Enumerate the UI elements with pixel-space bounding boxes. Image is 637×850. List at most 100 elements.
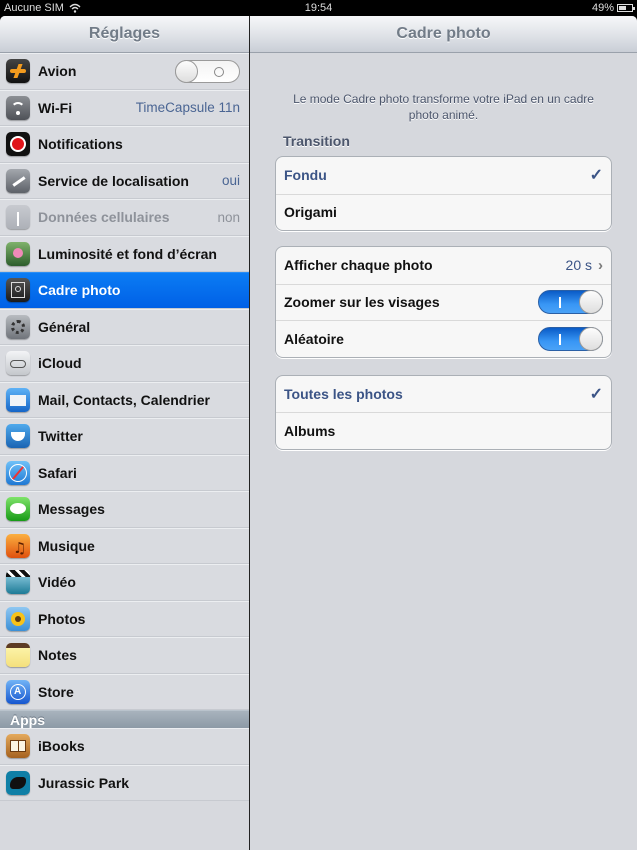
- sidebar-item-label: Wi-Fi: [38, 99, 73, 116]
- sidebar-item-store[interactable]: A Store: [0, 673, 249, 710]
- sidebar-item-general[interactable]: Général: [0, 308, 249, 345]
- transition-option-fondu[interactable]: Fondu ✓: [276, 157, 611, 194]
- sidebar-item-messages[interactable]: Messages: [0, 491, 249, 528]
- location-icon: [6, 168, 30, 193]
- sidebar-item-label: iCloud: [38, 355, 82, 372]
- show-each-photo-value: 20 s: [565, 257, 592, 274]
- sidebar-item-label: Store: [38, 683, 74, 700]
- sidebar-item-value: non: [217, 209, 240, 225]
- show-each-photo-row[interactable]: Afficher chaque photo 20 s ›: [276, 247, 611, 284]
- sidebar-item-label: Notifications: [38, 136, 123, 153]
- icloud-icon: [6, 351, 30, 376]
- sidebar-item-safari[interactable]: Safari: [0, 454, 249, 491]
- sidebar-item-wi-fi[interactable]: Wi-Fi TimeCapsule 11n: [0, 89, 249, 126]
- sidebar-item-service-de-localisation[interactable]: Service de localisation oui: [0, 162, 249, 199]
- twitter-icon: [6, 424, 30, 449]
- sidebar-item-value: TimeCapsule 11n: [135, 100, 240, 116]
- airplane-icon: [6, 59, 30, 84]
- sidebar-item-donnees-cellulaires[interactable]: Données cellulaires non: [0, 199, 249, 236]
- source-option-all-photos[interactable]: Toutes les photos ✓: [276, 376, 611, 413]
- sidebar-item-jurassic-park[interactable]: Jurassic Park: [0, 764, 249, 801]
- airplane-mode-toggle[interactable]: [175, 59, 240, 83]
- sidebar-item-label: Messages: [38, 501, 105, 518]
- option-label: Albums: [284, 422, 336, 439]
- source-option-albums[interactable]: Albums: [276, 412, 611, 449]
- app-store-icon: A: [6, 679, 30, 704]
- safari-icon: [6, 460, 30, 485]
- sidebar-item-label: Données cellulaires: [38, 209, 170, 226]
- checkmark-icon: ✓: [589, 167, 603, 185]
- sidebar-item-label: Service de localisation: [38, 172, 189, 189]
- shuffle-label: Aléatoire: [284, 330, 344, 347]
- sidebar-item-notes[interactable]: Notes: [0, 637, 249, 674]
- zoom-faces-label: Zoomer sur les visages: [284, 294, 440, 311]
- sidebar-item-avion[interactable]: Avion: [0, 53, 249, 90]
- sidebar-item-musique[interactable]: ♫ Musique: [0, 527, 249, 564]
- chevron-right-icon: ›: [598, 256, 603, 274]
- sidebar-item-label: Safari: [38, 464, 77, 481]
- video-icon: [6, 570, 30, 595]
- gear-icon: [6, 314, 30, 339]
- battery-icon: [617, 4, 635, 12]
- option-label: Origami: [284, 204, 337, 221]
- photos-icon: [6, 606, 30, 631]
- detail-pane: Cadre photo Le mode Cadre photo transfor…: [250, 16, 637, 850]
- apps-section-header: Apps: [0, 710, 249, 728]
- shuffle-row: Aléatoire: [276, 320, 611, 357]
- music-icon: ♫: [6, 533, 30, 558]
- description-text: Le mode Cadre photo transforme votre iPa…: [293, 92, 594, 122]
- sidebar-item-label: Cadre photo: [38, 282, 121, 299]
- picture-frame-icon: [6, 278, 30, 303]
- status-bar: Aucune SIM 19:54 49%: [0, 0, 637, 16]
- brightness-wallpaper-icon: [6, 241, 30, 266]
- transition-group: Fondu ✓ Origami: [275, 156, 612, 231]
- sidebar-item-label: Notes: [38, 647, 77, 664]
- sidebar-item-value: oui: [221, 173, 240, 189]
- sidebar-item-label: Luminosité et fond d’écran: [38, 245, 217, 262]
- cellular-icon: [6, 205, 30, 230]
- notes-icon: [6, 643, 30, 668]
- sidebar-item-label: Vidéo: [38, 574, 76, 591]
- sidebar-title: Réglages: [0, 16, 249, 53]
- sidebar-item-icloud[interactable]: iCloud: [0, 345, 249, 382]
- option-label: Toutes les photos: [284, 385, 403, 402]
- settings-sidebar: Réglages Avion Wi-Fi TimeCapsule 11n Notifi…: [0, 16, 249, 850]
- detail-title: Cadre photo: [250, 16, 637, 53]
- transition-header: Transition: [283, 133, 350, 149]
- checkmark-icon: ✓: [589, 385, 603, 403]
- sidebar-item-notifications[interactable]: Notifications: [0, 126, 249, 163]
- messages-icon: [6, 497, 30, 522]
- sidebar-item-label: Mail, Contacts, Calendrier: [38, 391, 210, 408]
- sidebar-item-label: Twitter: [38, 428, 83, 445]
- sidebar-item-label: Général: [38, 318, 91, 335]
- photo-source-group: Toutes les photos ✓ Albums: [275, 374, 612, 450]
- shuffle-toggle[interactable]: [538, 326, 603, 351]
- battery-percentage: 49%: [591, 2, 614, 14]
- option-label: Fondu: [284, 167, 327, 184]
- sidebar-item-label: Photos: [38, 610, 86, 627]
- sidebar-item-photos[interactable]: Photos: [0, 600, 249, 637]
- sidebar-item-label: Musique: [38, 537, 95, 554]
- sidebar-item-label: Jurassic Park: [38, 774, 130, 791]
- clock: 19:54: [304, 2, 333, 14]
- sidebar-item-cadre-photo[interactable]: Cadre photo: [0, 272, 249, 309]
- jurassic-park-icon: [6, 770, 30, 795]
- mail-icon: [6, 387, 30, 412]
- notifications-icon: [6, 132, 30, 157]
- sidebar-item-label: iBooks: [38, 738, 85, 755]
- sidebar-item-video[interactable]: Vidéo: [0, 564, 249, 601]
- apps-list: iBooks Jurassic Park: [0, 728, 249, 801]
- sidebar-item-luminosite-et-fond-d-ecran[interactable]: Luminosité et fond d’écran: [0, 235, 249, 272]
- show-each-photo-label: Afficher chaque photo: [284, 257, 433, 274]
- wifi-icon: [6, 95, 30, 120]
- display-settings-group: Afficher chaque photo 20 s › Zoomer sur …: [275, 246, 612, 358]
- zoom-faces-toggle[interactable]: [538, 290, 603, 315]
- sidebar-item-twitter[interactable]: Twitter: [0, 418, 249, 455]
- ibooks-icon: [6, 734, 30, 759]
- sidebar-item-label: Avion: [38, 63, 77, 80]
- zoom-faces-row: Zoomer sur les visages: [276, 283, 611, 321]
- transition-option-origami[interactable]: Origami: [276, 193, 611, 231]
- sidebar-item-mail-contacts-calendrier[interactable]: Mail, Contacts, Calendrier: [0, 381, 249, 418]
- settings-list: Avion Wi-Fi TimeCapsule 11n Notifications Se…: [0, 53, 249, 710]
- sidebar-item-ibooks[interactable]: iBooks: [0, 728, 249, 765]
